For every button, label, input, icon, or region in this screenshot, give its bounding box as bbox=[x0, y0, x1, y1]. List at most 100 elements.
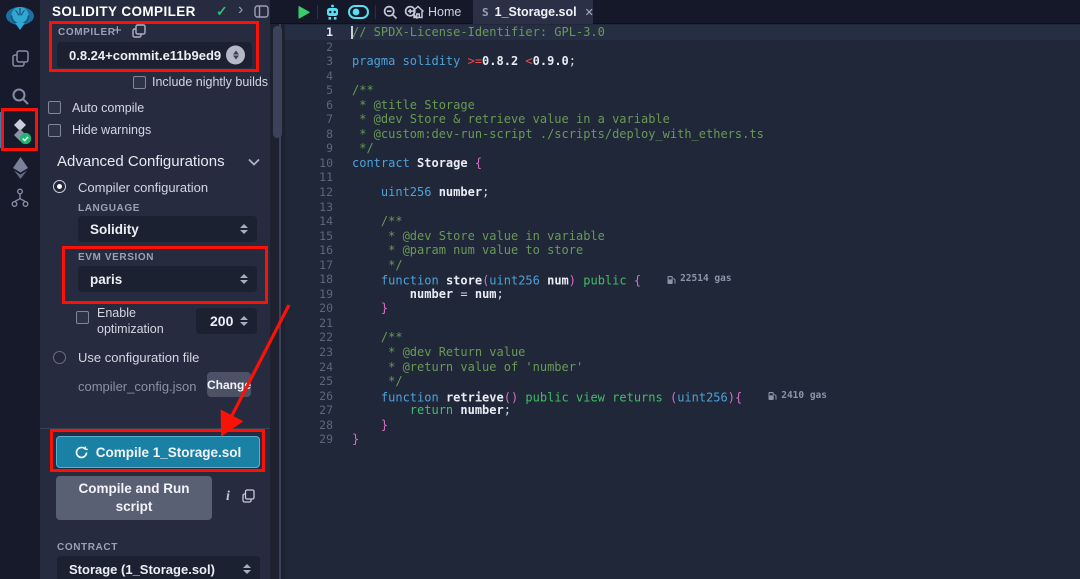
hide-warnings-checkbox[interactable] bbox=[48, 124, 61, 137]
code-line: 1// SPDX-License-Identifier: GPL-3.0 bbox=[285, 25, 1080, 40]
contract-stepper-icon bbox=[243, 564, 251, 574]
line-number: 14 bbox=[285, 214, 333, 229]
home-icon[interactable] bbox=[410, 0, 426, 24]
compiler-version-value: 0.8.24+commit.e11b9ed9 bbox=[57, 48, 221, 63]
text-cursor bbox=[351, 26, 353, 39]
enable-optimization-checkbox[interactable] bbox=[76, 311, 89, 324]
use-config-file-radio[interactable] bbox=[53, 351, 66, 364]
line-number: 4 bbox=[285, 69, 333, 84]
active-plugin-indicator bbox=[0, 112, 3, 148]
change-config-button[interactable]: Change bbox=[207, 372, 251, 397]
deploy-and-run-icon[interactable] bbox=[0, 156, 40, 180]
runs-stepper-icon[interactable] bbox=[240, 316, 248, 326]
code-line: 2 bbox=[285, 40, 1080, 55]
code-line: 16 * @param num value to store bbox=[285, 243, 1080, 258]
hide-warnings-label: Hide warnings bbox=[72, 123, 151, 137]
auto-compile-checkbox[interactable] bbox=[48, 101, 61, 114]
config-file-name: compiler_config.json bbox=[78, 379, 197, 394]
compiler-config-radio[interactable] bbox=[53, 180, 66, 193]
contract-select[interactable]: Storage (1_Storage.sol) bbox=[57, 556, 260, 579]
code-line: 4 bbox=[285, 69, 1080, 84]
line-number: 24 bbox=[285, 360, 333, 375]
chevron-down-icon[interactable] bbox=[248, 158, 260, 166]
line-number: 13 bbox=[285, 200, 333, 215]
chevron-right-icon[interactable]: › bbox=[238, 1, 243, 19]
language-stepper-icon bbox=[240, 224, 248, 234]
home-tab-label[interactable]: Home bbox=[428, 0, 461, 24]
contract-section-label: CONTRACT bbox=[57, 542, 118, 553]
code-line: 7 * @dev Store & retrieve value in a var… bbox=[285, 112, 1080, 127]
line-number: 9 bbox=[285, 141, 333, 156]
code-line: 29} bbox=[285, 432, 1080, 447]
line-number: 7 bbox=[285, 112, 333, 127]
code-line: 12 uint256 number; bbox=[285, 185, 1080, 200]
code-line: 13 bbox=[285, 200, 1080, 215]
solidity-file-icon: S bbox=[482, 6, 489, 19]
code-line: 21 bbox=[285, 316, 1080, 331]
use-config-file-label: Use configuration file bbox=[78, 350, 199, 365]
remix-logo-icon[interactable] bbox=[0, 2, 40, 34]
load-compiler-icon[interactable] bbox=[132, 24, 146, 38]
code-editor[interactable]: 1// SPDX-License-Identifier: GPL-3.023pr… bbox=[285, 25, 1080, 579]
code-line: 17 */ bbox=[285, 258, 1080, 273]
search-icon[interactable] bbox=[0, 84, 40, 108]
line-number: 12 bbox=[285, 185, 333, 200]
editor-area: Home S 1_Storage.sol ✕ 1// SPDX-License-… bbox=[285, 0, 1080, 579]
pin-panel-icon[interactable] bbox=[254, 5, 269, 18]
code-line: 8 * @custom:dev-run-script ./scripts/dep… bbox=[285, 127, 1080, 142]
line-number: 15 bbox=[285, 229, 333, 244]
line-number: 5 bbox=[285, 83, 333, 98]
line-number: 19 bbox=[285, 287, 333, 302]
compile-and-run-button[interactable]: Compile and Run script bbox=[56, 476, 212, 520]
language-value: Solidity bbox=[78, 222, 139, 237]
copy-icon[interactable] bbox=[242, 489, 255, 503]
zoom-out-icon[interactable] bbox=[380, 0, 400, 24]
solidity-compiler-icon[interactable] bbox=[0, 117, 40, 145]
code-line: 25 */ bbox=[285, 374, 1080, 389]
ai-assistant-icon[interactable] bbox=[321, 0, 343, 24]
toolbar-separator bbox=[375, 5, 376, 19]
line-number: 1 bbox=[285, 25, 333, 40]
line-number: 16 bbox=[285, 243, 333, 258]
gas-estimate-badge: 2410 gas bbox=[768, 389, 827, 404]
tab-1-storage-sol[interactable]: S 1_Storage.sol ✕ bbox=[473, 0, 593, 24]
plugin-manager-icon[interactable] bbox=[0, 186, 40, 210]
line-number: 21 bbox=[285, 316, 333, 331]
nightly-builds-checkbox[interactable] bbox=[133, 76, 146, 89]
refresh-icon bbox=[75, 446, 88, 459]
info-icon[interactable]: i bbox=[226, 489, 230, 505]
line-number: 2 bbox=[285, 40, 333, 55]
line-number: 17 bbox=[285, 258, 333, 273]
tab-title: 1_Storage.sol bbox=[495, 5, 577, 19]
line-number: 29 bbox=[285, 432, 333, 447]
icon-sidebar bbox=[0, 0, 40, 579]
advanced-config-heading[interactable]: Advanced Configurations bbox=[57, 153, 225, 170]
solidity-compiler-panel: SOLIDITY COMPILER ✓ › COMPILER + 0.8.24+… bbox=[40, 0, 270, 579]
compiler-version-select[interactable]: 0.8.24+commit.e11b9ed9 bbox=[57, 42, 252, 68]
evm-version-select[interactable]: paris bbox=[78, 266, 257, 292]
tab-close-icon[interactable]: ✕ bbox=[585, 6, 594, 19]
compile-button[interactable]: Compile 1_Storage.sol bbox=[56, 436, 260, 468]
ai-toggle-icon[interactable] bbox=[346, 0, 370, 24]
evm-version-value: paris bbox=[78, 272, 122, 287]
panel-resize-handle[interactable] bbox=[270, 0, 285, 579]
enable-optimization-label: Enable optimization bbox=[97, 305, 177, 337]
line-number: 28 bbox=[285, 418, 333, 433]
compiler-config-label: Compiler configuration bbox=[78, 180, 208, 195]
version-stepper-icon[interactable] bbox=[226, 46, 245, 65]
compiled-check-icon: ✓ bbox=[216, 3, 228, 20]
remix-ide-window: SOLIDITY COMPILER ✓ › COMPILER + 0.8.24+… bbox=[0, 0, 1080, 579]
file-explorer-icon[interactable] bbox=[0, 46, 40, 70]
add-compiler-icon[interactable]: + bbox=[113, 22, 122, 39]
editor-topbar: Home S 1_Storage.sol ✕ bbox=[270, 0, 1080, 24]
optimization-runs-input[interactable]: 200 bbox=[196, 308, 257, 334]
run-script-icon[interactable] bbox=[295, 0, 313, 24]
evm-stepper-icon bbox=[240, 274, 248, 284]
language-select[interactable]: Solidity bbox=[78, 216, 257, 242]
line-number: 22 bbox=[285, 330, 333, 345]
code-line: 27 return number; bbox=[285, 403, 1080, 418]
line-number: 3 bbox=[285, 54, 333, 69]
code-line: 5/** bbox=[285, 83, 1080, 98]
code-line: 11 bbox=[285, 170, 1080, 185]
panel-scrollbar-thumb[interactable] bbox=[273, 26, 282, 138]
